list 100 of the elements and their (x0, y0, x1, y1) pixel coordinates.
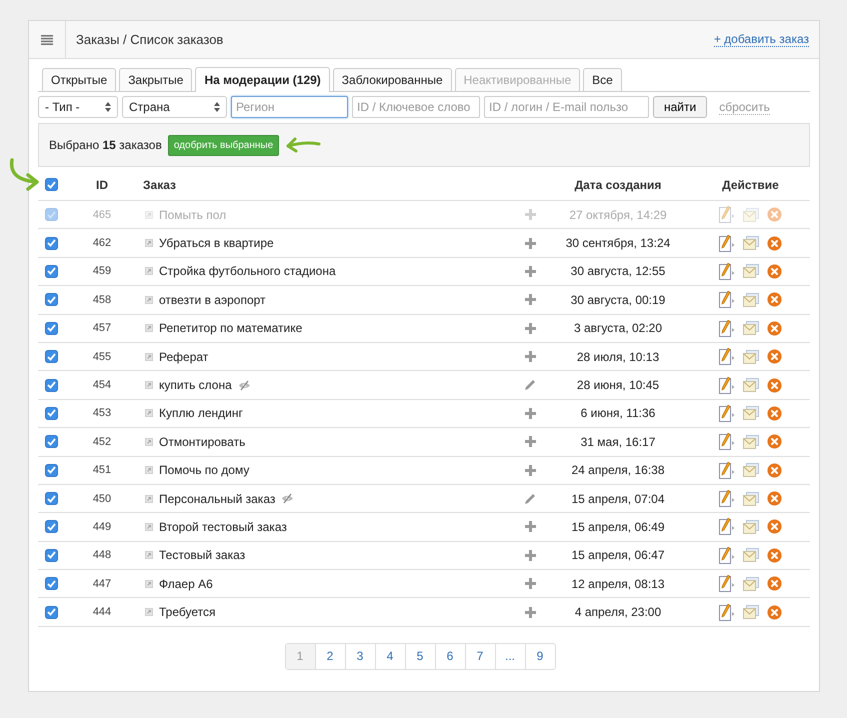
order-title[interactable]: Персональный заказ (159, 492, 276, 506)
tab[interactable]: Все (583, 68, 622, 91)
row-checkbox[interactable] (44, 378, 58, 392)
page-link[interactable]: 3 (344, 644, 374, 669)
envelope-icon[interactable] (743, 350, 759, 364)
edit-document-icon[interactable] (719, 376, 735, 394)
page-link[interactable]: ... (494, 644, 524, 669)
cancel-icon[interactable] (767, 491, 782, 506)
edit-document-icon[interactable] (719, 518, 735, 536)
row-checkbox[interactable] (44, 577, 58, 590)
cancel-icon[interactable] (767, 519, 782, 534)
envelope-icon[interactable] (743, 378, 759, 392)
square-icon[interactable] (145, 580, 153, 588)
order-title[interactable]: Отмонтировать (159, 434, 246, 449)
tab[interactable]: Закрытые (119, 68, 192, 91)
row-checkbox[interactable] (44, 520, 58, 534)
row-checkbox[interactable] (44, 464, 58, 477)
page-link[interactable]: 7 (464, 644, 494, 669)
cancel-icon[interactable] (767, 576, 782, 592)
plus-icon[interactable] (524, 322, 536, 334)
cancel-icon[interactable] (767, 462, 782, 478)
order-title[interactable]: Убраться в квартире (159, 236, 274, 250)
square-icon[interactable] (145, 608, 153, 616)
row-checkbox[interactable] (44, 293, 58, 306)
square-icon[interactable] (145, 494, 153, 503)
edit-document-icon[interactable] (719, 575, 735, 592)
square-icon[interactable] (145, 409, 153, 418)
square-icon[interactable] (145, 551, 153, 560)
plus-icon[interactable] (524, 351, 536, 362)
square-icon[interactable] (145, 324, 153, 332)
order-title[interactable]: Флаер А6 (159, 576, 213, 591)
envelope-icon[interactable] (743, 463, 759, 478)
edit-document-icon[interactable] (719, 348, 735, 366)
plus-icon[interactable] (524, 238, 536, 249)
envelope-icon[interactable] (743, 236, 759, 250)
square-icon[interactable] (145, 239, 153, 248)
envelope-icon[interactable] (743, 406, 759, 420)
edit-document-icon[interactable] (719, 234, 735, 252)
order-title[interactable]: Помочь по дому (159, 463, 250, 478)
plus-icon[interactable] (524, 294, 536, 306)
order-title[interactable]: купить слона (159, 378, 232, 392)
page-link[interactable]: 5 (404, 644, 434, 669)
tab[interactable]: На модерации (129) (195, 67, 330, 92)
page-link[interactable]: 2 (314, 644, 344, 669)
page-link[interactable]: 6 (434, 644, 464, 669)
order-title[interactable]: Тестовый заказ (159, 548, 246, 562)
cancel-icon[interactable] (767, 548, 782, 563)
cancel-icon[interactable] (767, 604, 782, 620)
cancel-icon[interactable] (767, 236, 782, 251)
row-checkbox[interactable] (44, 435, 58, 448)
cancel-icon[interactable] (767, 406, 782, 421)
envelope-icon[interactable] (743, 264, 759, 278)
row-checkbox[interactable] (44, 606, 58, 619)
dropdown[interactable]: Страна (122, 96, 227, 118)
square-icon[interactable] (145, 438, 153, 446)
envelope-icon[interactable] (743, 520, 759, 534)
square-icon[interactable] (145, 381, 153, 390)
pencil-icon[interactable] (524, 379, 536, 392)
page-link[interactable]: 9 (524, 644, 554, 669)
order-title[interactable]: Второй тестовый заказ (159, 520, 287, 534)
envelope-icon[interactable] (743, 548, 759, 562)
order-title[interactable]: Куплю лендинг (159, 406, 243, 420)
plus-icon[interactable] (524, 521, 536, 532)
cancel-icon[interactable] (767, 320, 782, 336)
square-icon[interactable] (145, 296, 153, 304)
dropdown[interactable]: - Тип - (38, 96, 118, 118)
cancel-icon[interactable] (767, 264, 782, 279)
order-title[interactable]: Репетитор по математике (159, 321, 302, 336)
cancel-icon[interactable] (767, 292, 782, 308)
order-title[interactable]: отвезти в аэропорт (159, 292, 266, 307)
add-order-link[interactable]: + добавить заказ (714, 32, 809, 47)
envelope-icon[interactable] (743, 321, 759, 336)
edit-document-icon[interactable] (719, 433, 735, 450)
row-checkbox[interactable] (44, 492, 58, 506)
edit-document-icon[interactable] (719, 404, 735, 422)
edit-document-icon[interactable] (719, 546, 735, 564)
order-title[interactable]: Реферат (159, 350, 208, 364)
row-checkbox[interactable] (44, 350, 58, 364)
envelope-icon[interactable] (743, 292, 759, 307)
envelope-icon[interactable] (743, 492, 759, 506)
tab[interactable]: Открытые (42, 68, 116, 91)
envelope-icon[interactable] (743, 605, 759, 620)
row-checkbox[interactable] (44, 264, 58, 278)
row-checkbox[interactable] (44, 322, 58, 335)
menu-icon[interactable] (41, 34, 53, 44)
plus-icon[interactable] (524, 606, 536, 618)
edit-document-icon[interactable] (719, 262, 735, 280)
pencil-icon[interactable] (524, 492, 536, 505)
square-icon[interactable] (145, 267, 153, 276)
plus-icon[interactable] (524, 578, 536, 590)
plus-icon[interactable] (524, 436, 536, 448)
search-button[interactable]: найти (653, 96, 708, 118)
envelope-icon[interactable] (743, 576, 759, 591)
tab[interactable]: Заблокированные (332, 68, 452, 91)
row-checkbox[interactable] (44, 236, 58, 250)
plus-icon[interactable] (524, 550, 536, 561)
plus-icon[interactable] (524, 464, 536, 476)
cancel-icon[interactable] (767, 434, 782, 450)
plus-icon[interactable] (524, 266, 536, 277)
order-title[interactable]: Требуется (159, 605, 216, 620)
